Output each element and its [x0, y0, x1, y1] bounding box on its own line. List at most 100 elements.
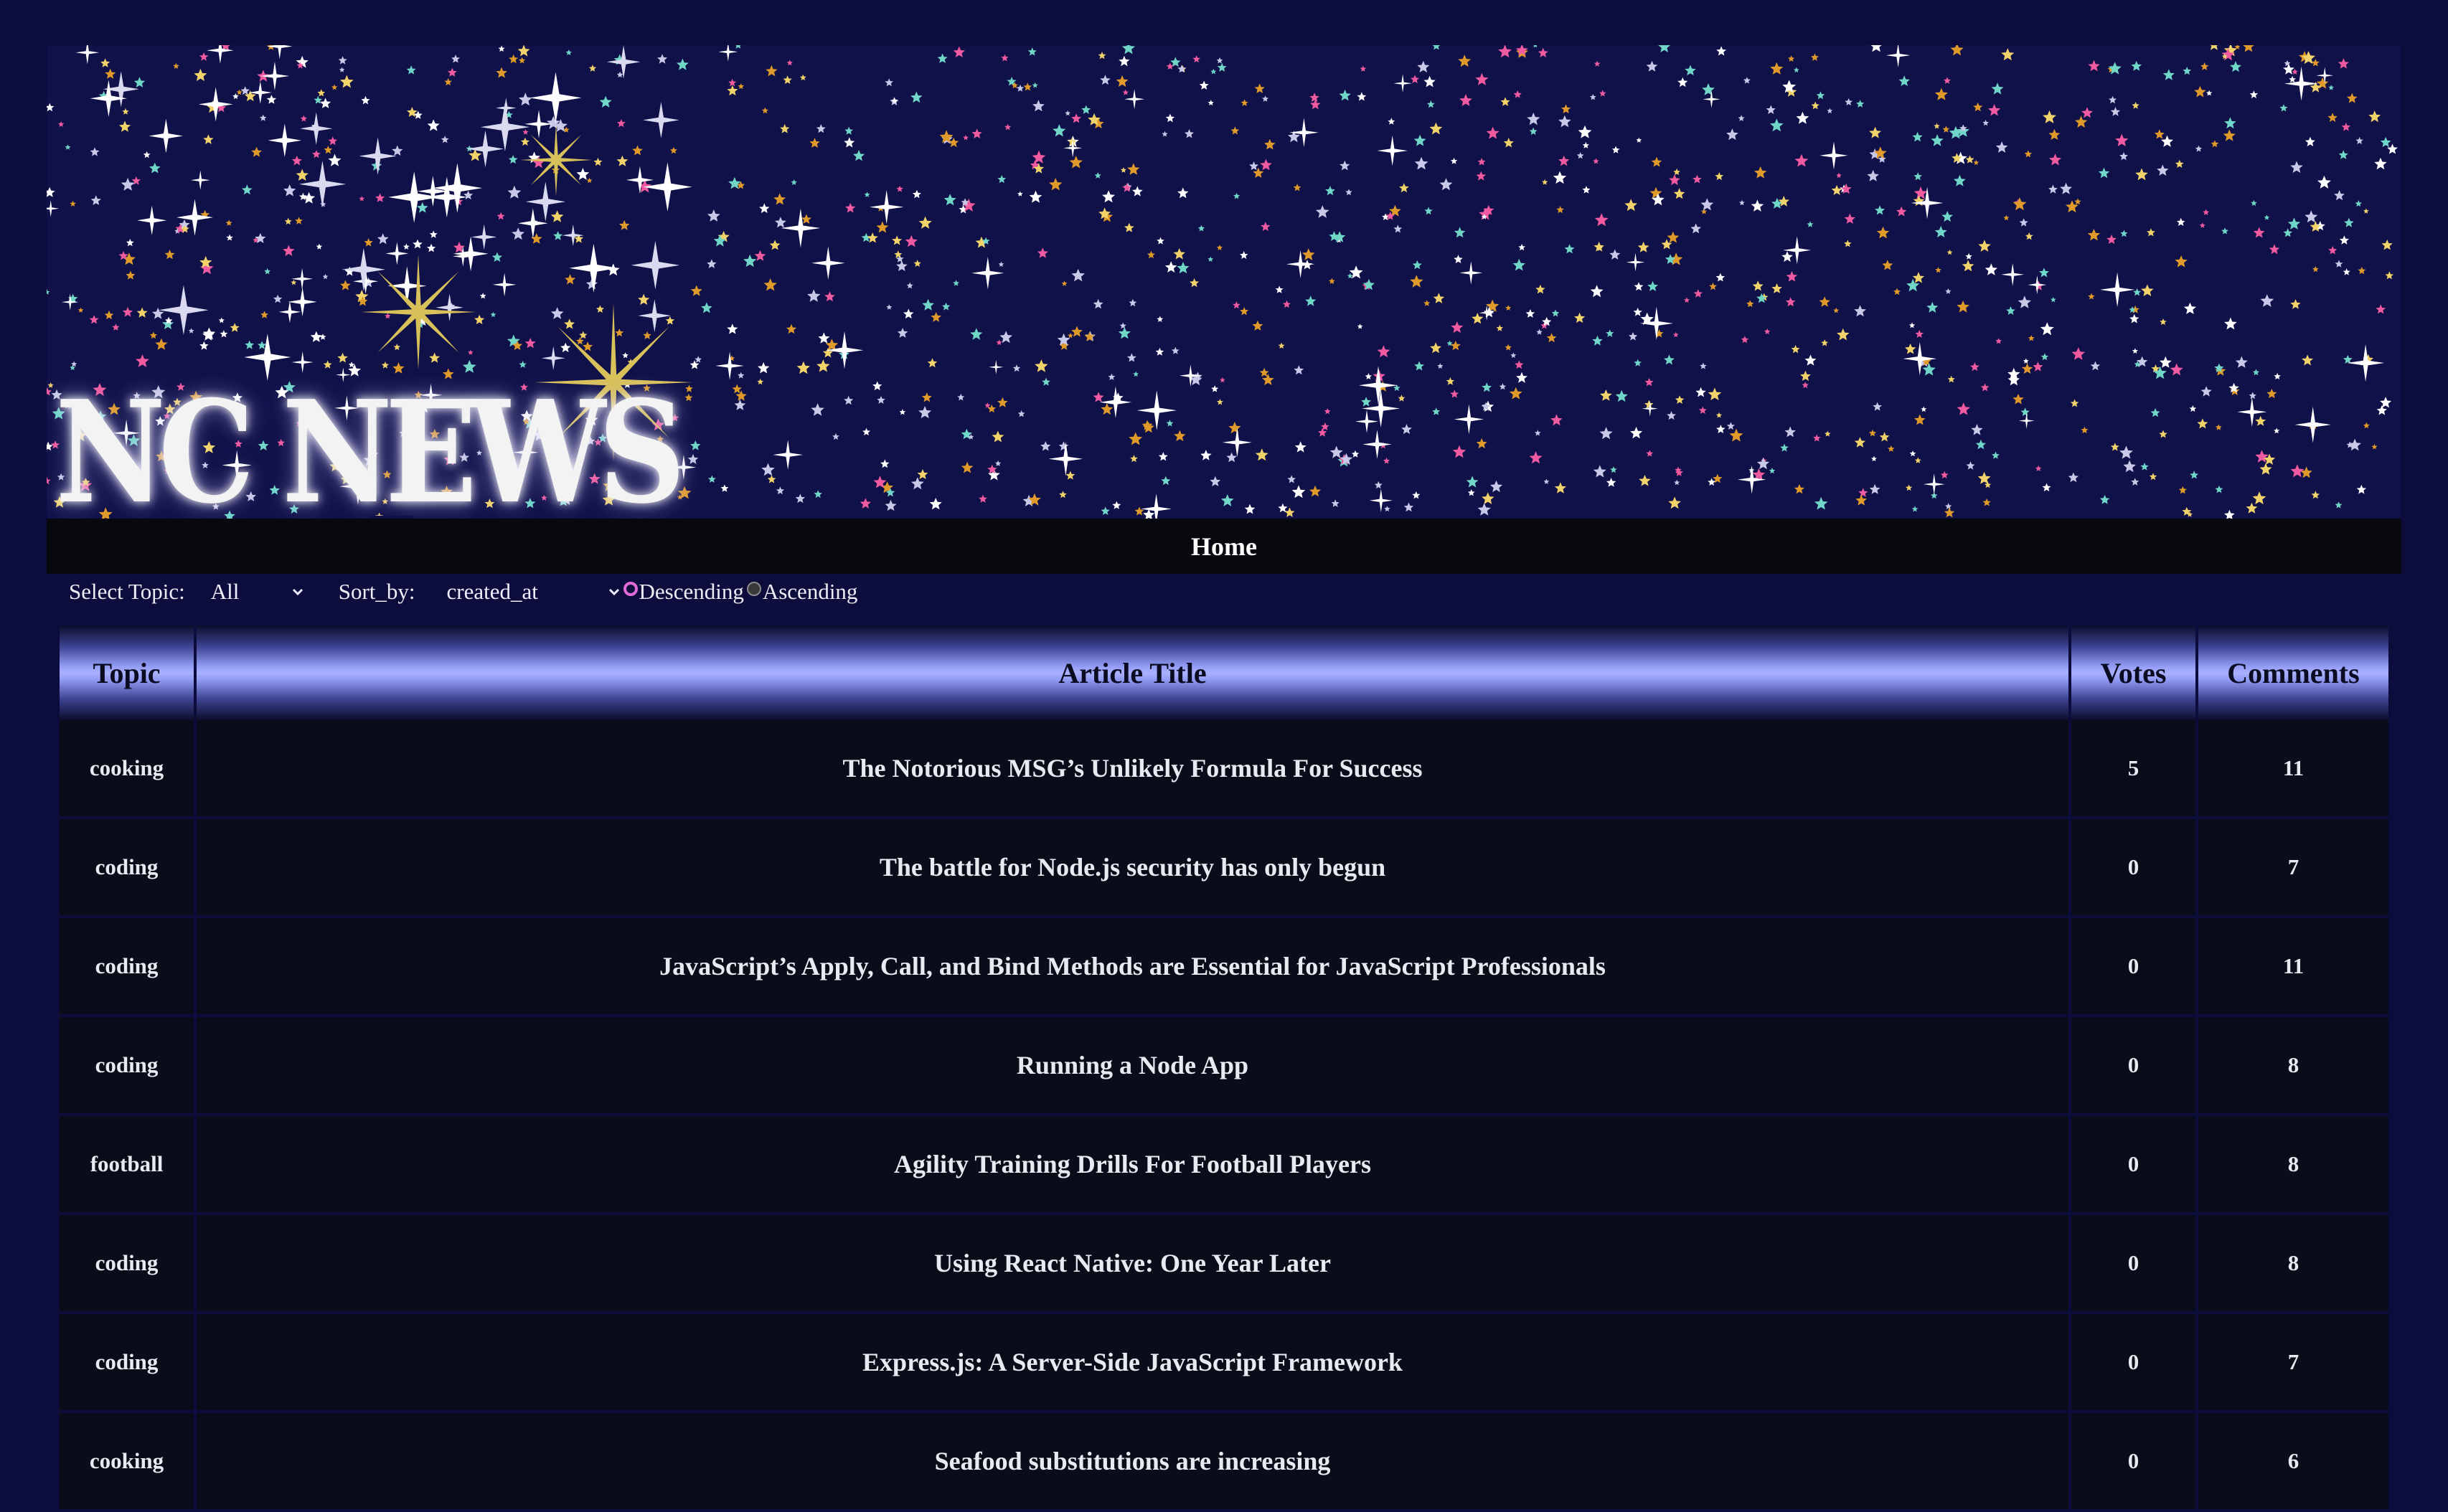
row-article-title[interactable]: The Notorious MSG’s Unlikely Formula For…: [195, 720, 2071, 819]
sort-select[interactable]: created_at: [447, 579, 621, 605]
star-icon: [316, 243, 323, 250]
star-icon: [2088, 60, 2100, 72]
star-icon: [844, 126, 854, 135]
star-icon: [1361, 397, 1372, 407]
row-article-title[interactable]: Running a Node App: [195, 1016, 2071, 1116]
star-icon: [1177, 187, 1189, 199]
row-comments: 11: [2197, 720, 2388, 819]
burst-star-icon: [520, 124, 592, 196]
logo-text: NC NEWS: [55, 370, 686, 519]
star-icon: [2012, 197, 2027, 211]
star-icon: [773, 193, 786, 205]
site-logo[interactable]: NC NEWS ⊶⊷: [55, 382, 701, 519]
row-article-title[interactable]: Seafood substitutions are increasing: [195, 1412, 2071, 1512]
table-row[interactable]: coding Running a Node App 0 8: [60, 1016, 2388, 1116]
table-row[interactable]: cooking Seafood substitutions are increa…: [60, 1412, 2388, 1512]
ascending-radio-label[interactable]: Ascending: [763, 579, 858, 605]
star-icon: [47, 289, 50, 295]
row-article-title[interactable]: JavaScript’s Apply, Call, and Bind Metho…: [195, 917, 2071, 1017]
star-icon: [1365, 373, 1372, 379]
star-icon: [1100, 75, 1111, 85]
star-icon: [2206, 90, 2213, 96]
row-votes: 0: [2070, 818, 2198, 918]
star-icon: [1482, 492, 1494, 504]
row-article-title[interactable]: Agility Training Drills For Football Pla…: [195, 1115, 2071, 1215]
star-icon: [1120, 167, 1126, 173]
filter-controls: Select Topic: All Sort_by: created_at De…: [69, 574, 857, 610]
star-icon: [2290, 299, 2301, 309]
star-icon: [2160, 318, 2167, 325]
descending-radio-label[interactable]: Descending: [639, 579, 744, 605]
star-icon: [1012, 364, 1021, 372]
star-icon: [2344, 217, 2354, 227]
star-icon: [1966, 461, 1975, 470]
star-icon: [230, 323, 240, 332]
star-icon: [1185, 129, 1194, 138]
star-icon: [1249, 161, 1258, 171]
star-icon: [1985, 263, 1997, 275]
star-icon: [1450, 389, 1459, 398]
star-icon: [1403, 502, 1414, 512]
table-row[interactable]: coding Using React Native: One Year Late…: [60, 1214, 2388, 1314]
row-topic: coding: [60, 1313, 197, 1413]
star-icon: [2302, 354, 2314, 366]
star-icon: [2006, 306, 2015, 315]
star-icon: [1164, 261, 1177, 273]
star-icon: [1914, 414, 1926, 425]
table-row[interactable]: cooking The Notorious MSG’s Unlikely For…: [60, 720, 2388, 819]
star-icon: [1906, 484, 1913, 491]
star-icon: [2328, 246, 2338, 255]
table-row[interactable]: coding Express.js: A Server-Side JavaScr…: [60, 1313, 2388, 1413]
sparkle-icon: [569, 243, 618, 293]
descending-radio[interactable]: [623, 582, 638, 596]
star-icon: [1166, 420, 1174, 427]
star-icon: [47, 103, 55, 112]
star-icon: [1535, 284, 1545, 294]
star-icon: [2334, 190, 2345, 201]
star-icon: [2374, 157, 2387, 170]
table-row[interactable]: coding The battle for Node.js security h…: [60, 818, 2388, 918]
star-icon: [1399, 183, 1409, 193]
star-icon: [1244, 504, 1256, 514]
row-topic: cooking: [60, 1412, 197, 1512]
row-article-title[interactable]: Using React Native: One Year Later: [195, 1214, 2071, 1314]
star-icon: [1893, 288, 1901, 296]
table-row[interactable]: coding JavaScript’s Apply, Call, and Bin…: [60, 917, 2388, 1017]
star-icon: [2252, 369, 2260, 376]
star-icon: [1982, 498, 1991, 506]
sparkle-icon: [190, 170, 210, 190]
row-article-title[interactable]: The battle for Node.js security has only…: [195, 818, 2071, 918]
star-icon: [1868, 429, 1877, 437]
row-article-title[interactable]: Express.js: A Server-Side JavaScript Fra…: [195, 1313, 2071, 1413]
star-icon: [877, 396, 885, 404]
star-icon: [632, 145, 643, 156]
star-icon: [905, 235, 918, 247]
table-row[interactable]: football Agility Training Drills For Foo…: [60, 1115, 2388, 1215]
star-icon: [1450, 157, 1458, 164]
home-link[interactable]: Home: [1191, 531, 1257, 562]
ascending-radio[interactable]: [746, 582, 761, 596]
topic-select[interactable]: All: [211, 579, 304, 605]
star-icon: [1065, 471, 1075, 480]
star-icon: [886, 304, 893, 310]
star-icon: [1578, 125, 1592, 138]
star-icon: [992, 430, 1004, 443]
star-icon: [258, 341, 267, 349]
star-icon: [1315, 205, 1329, 218]
star-icon: [1069, 156, 1083, 169]
star-icon: [1934, 88, 1948, 100]
star-icon: [2381, 239, 2393, 250]
star-icon: [1451, 321, 1464, 334]
star-icon: [1599, 90, 1606, 97]
star-icon: [1594, 213, 1609, 227]
sparkle-icon: [492, 273, 517, 297]
star-icon: [1756, 293, 1767, 303]
star-icon: [47, 186, 55, 197]
star-icon: [1130, 455, 1138, 463]
star-icon: [522, 129, 529, 135]
star-icon: [1668, 496, 1681, 509]
star-icon: [441, 136, 449, 143]
star-icon: [2279, 104, 2288, 112]
star-icon: [929, 498, 942, 510]
star-icon: [1561, 104, 1571, 113]
